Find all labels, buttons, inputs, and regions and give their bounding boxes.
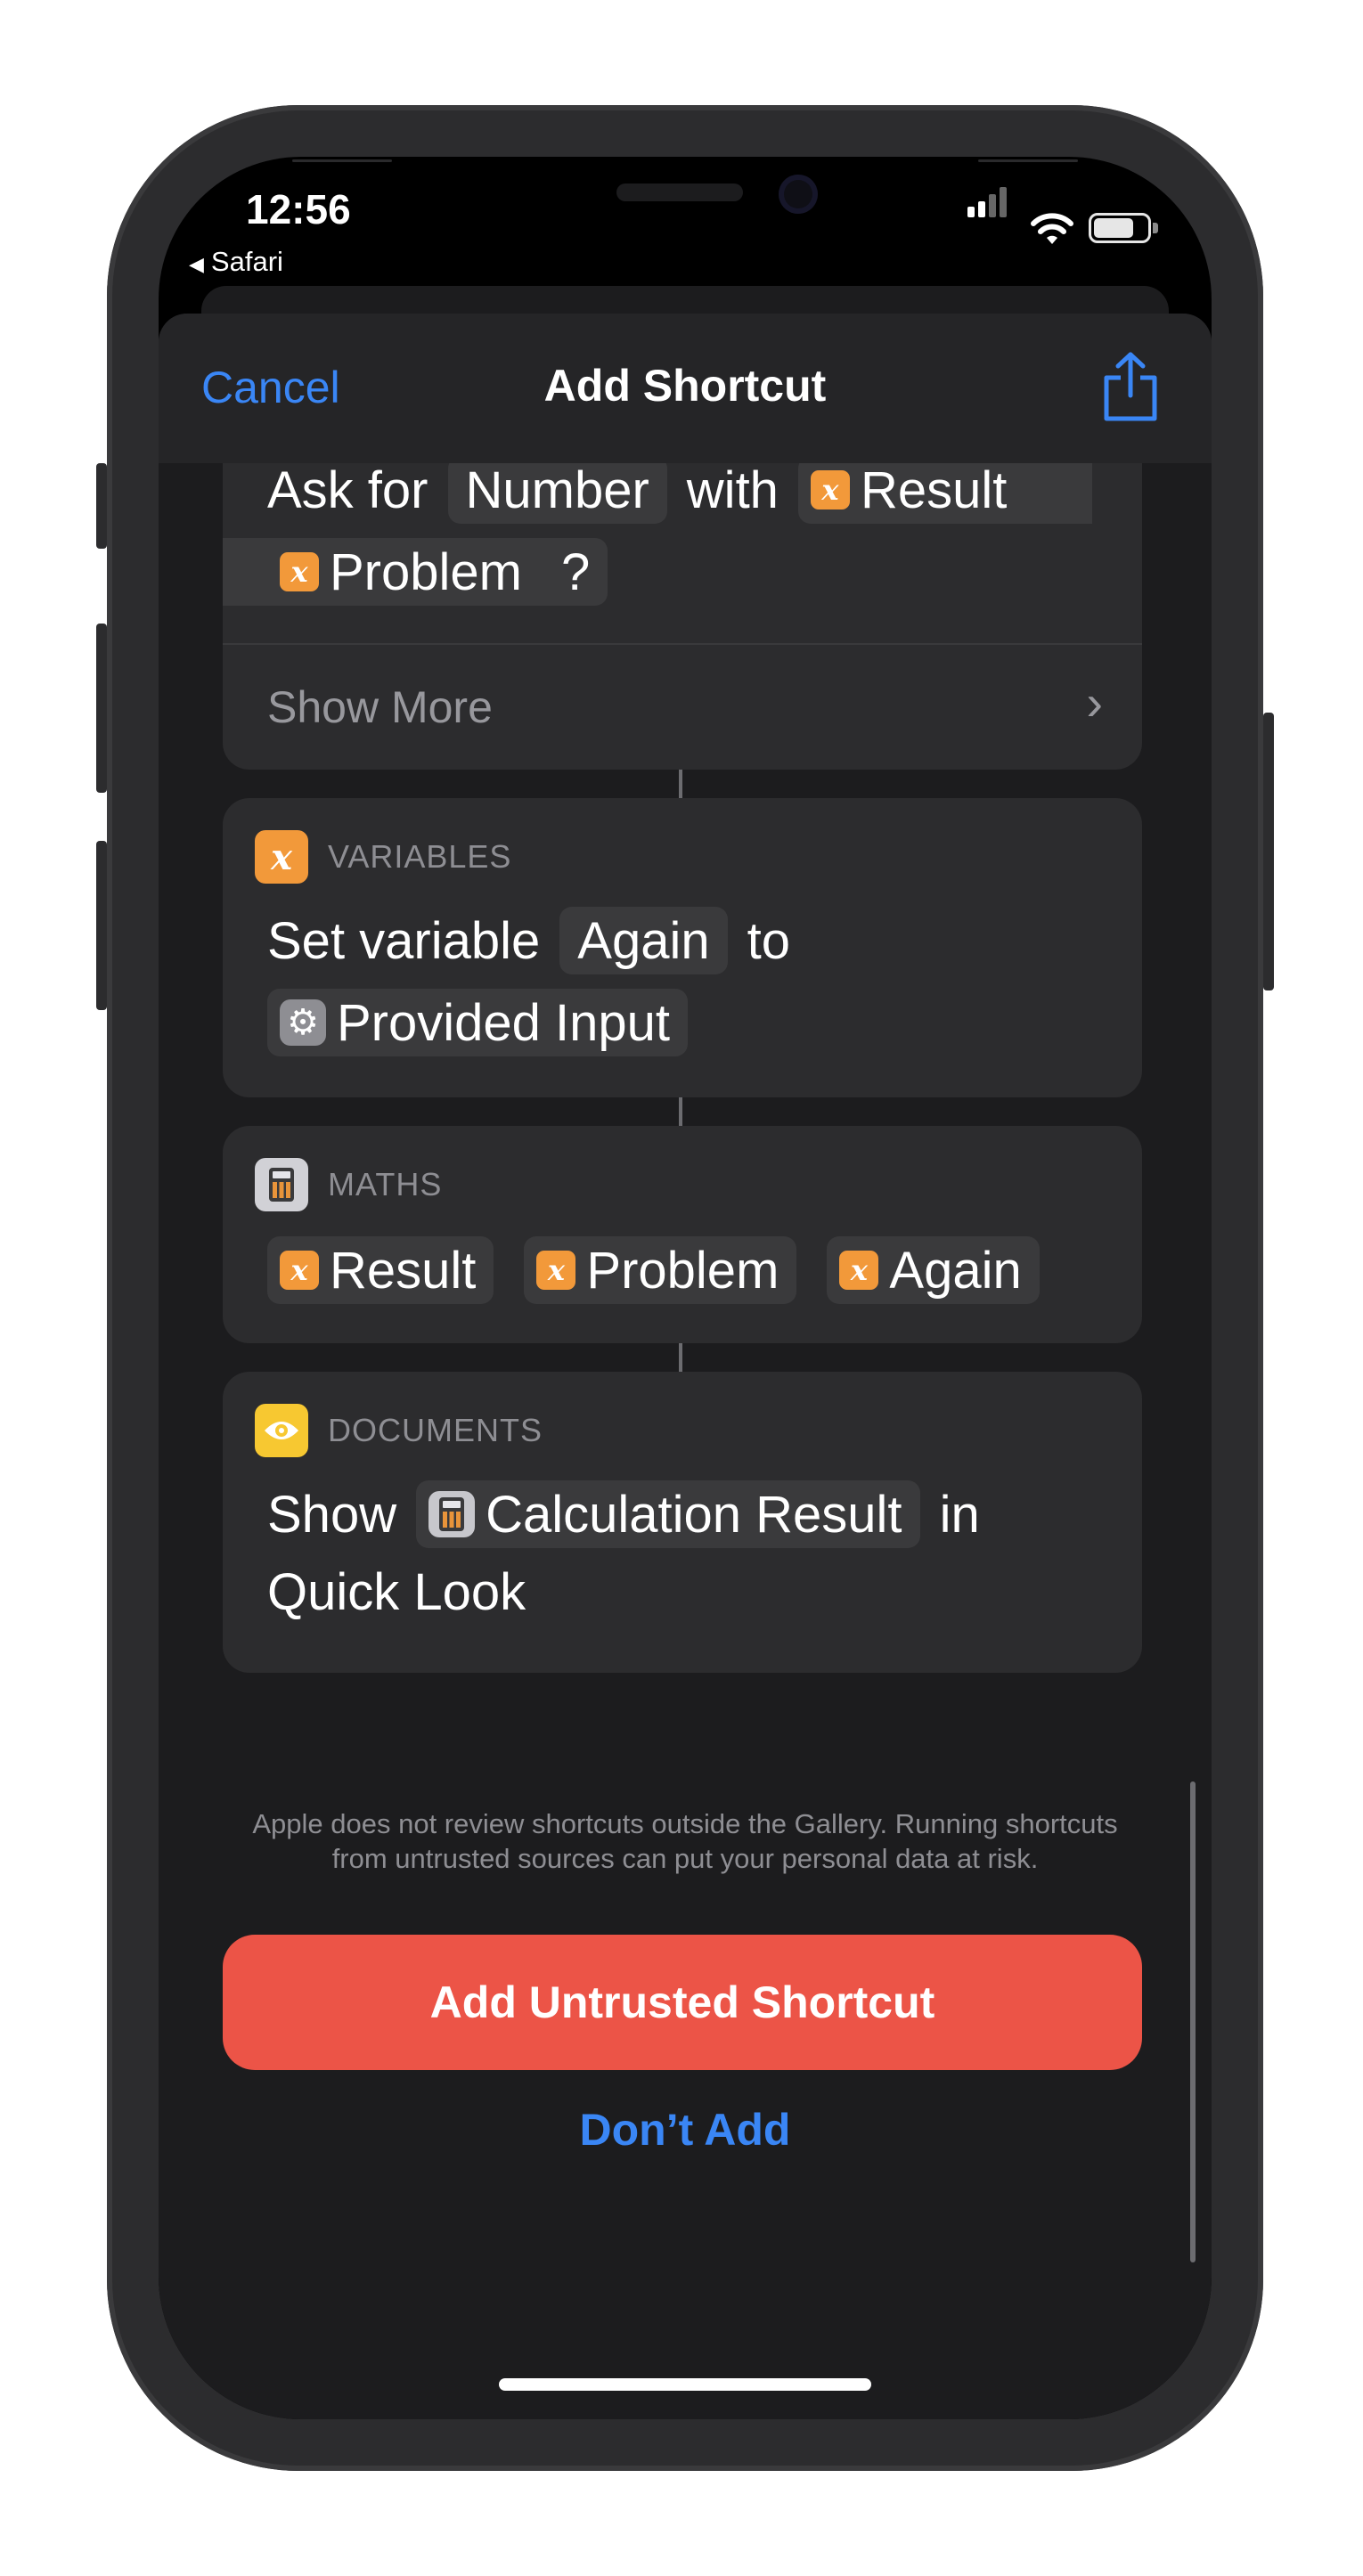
home-indicator[interactable] [499,2378,871,2391]
question-mark: ? [560,542,591,601]
ask-line-2: x Problem? [223,538,627,606]
result-variable-token[interactable]: x Result [797,463,1093,524]
quick-look-line-1: Show Calculation Result in [267,1480,1000,1548]
set-variable-line-2: ⚙ Provided Input [267,989,707,1056]
problem-variable-token[interactable]: x Problem [524,1236,797,1304]
quick-look-word: Quick Look [267,1563,526,1621]
shortcut-actions-list: Ask for Number with x Result x Problem? Sh… [159,463,1212,2419]
back-triangle-icon: ◀ [189,253,204,275]
gear-icon: ⚙ [280,999,326,1046]
again-variable-token[interactable]: x Again [827,1236,1040,1304]
ask-for-input-action[interactable]: Ask for Number with x Result x Problem? Sh… [223,463,1142,770]
calculation-result-token[interactable]: Calculation Result [416,1480,920,1548]
variable-label: Again [889,1241,1022,1300]
show-word: Show [267,1485,397,1544]
calculator-icon [255,1158,308,1211]
show-more-button[interactable]: Show More [267,681,493,733]
quick-look-line-2: Quick Look [267,1562,545,1622]
wifi-icon [1031,213,1073,244]
category-label: DOCUMENTS [328,1412,543,1448]
problem-variable-token[interactable]: x Problem? [223,538,608,606]
variable-label: Problem [586,1241,779,1300]
variable-icon: x [280,552,319,591]
variable-icon: x [839,1251,879,1290]
connector-line [679,1097,682,1126]
category-label: MATHS [328,1166,443,1202]
antenna-line [978,159,1078,162]
in-word: in [939,1485,980,1544]
security-disclaimer: Apple does not review shortcuts outside … [252,1808,1118,1874]
share-icon[interactable] [1101,351,1160,422]
add-shortcut-sheet: Cancel Add Shortcut Ask for Number with … [159,314,1212,2419]
volume-down-button [96,841,107,1010]
scrollbar[interactable] [1190,1781,1196,2262]
connector-line [679,1343,682,1372]
category-label: VARIABLES [328,838,512,875]
category-header: DOCUMENTS [255,1404,543,1457]
back-app-label: Safari [210,246,283,277]
set-variable-action[interactable]: x VARIABLES Set variable Again to ⚙ Provi… [223,798,1142,1097]
variable-label: Result [330,1241,477,1300]
set-variable-word: Set variable [267,911,541,970]
to-word: to [747,911,791,970]
variable-label: Result [860,463,1008,519]
input-type-token[interactable]: Number [447,463,667,524]
screen: 12:56 ◀ Safari Cancel Add Shortcut Ask f… [159,157,1212,2419]
navigation-bar: Cancel Add Shortcut [159,314,1212,463]
status-time: 12:56 [246,186,351,232]
category-header: x VARIABLES [255,830,511,884]
add-untrusted-shortcut-button[interactable]: Add Untrusted Shortcut [223,1935,1142,2070]
set-variable-line-1: Set variable Again to [267,907,810,974]
provided-input-token[interactable]: ⚙ Provided Input [267,989,689,1056]
connector-line [679,770,682,798]
antenna-line [292,159,392,162]
dont-add-button[interactable]: Don’t Add [159,2104,1212,2156]
quick-look-action[interactable]: DOCUMENTS Show Calculation Result in Qui… [223,1372,1142,1673]
page-title: Add Shortcut [543,361,827,411]
chevron-right-icon: › [1086,674,1103,730]
variable-icon: x [536,1251,576,1290]
divider [223,643,1142,645]
variable-category-icon: x [255,830,308,884]
battery-icon [1089,213,1158,243]
eye-icon [255,1404,308,1457]
maths-line: x Result x Problem x Again [267,1236,1059,1304]
variable-icon: x [810,470,850,509]
power-button [1263,713,1274,990]
back-to-app-link[interactable]: ◀ Safari [189,246,283,278]
category-header: MATHS [255,1158,442,1211]
result-variable-token[interactable]: x Result [267,1236,494,1304]
with-word: with [686,463,779,519]
volume-up-button [96,624,107,793]
earpiece-speaker [616,183,743,201]
token-label: Calculation Result [486,1485,902,1544]
variable-icon: x [280,1251,319,1290]
calculate-action[interactable]: MATHS x Result x Problem x Again [223,1126,1142,1343]
variable-name-token[interactable]: Again [559,907,728,974]
ask-line-1: Ask for Number with x Result [267,463,1093,524]
token-label: Provided Input [337,993,671,1052]
front-camera [779,175,818,214]
variable-label: Problem [330,542,522,601]
calculator-icon [428,1491,476,1537]
silent-switch [96,463,107,549]
ask-for-word: Ask for [267,463,428,519]
